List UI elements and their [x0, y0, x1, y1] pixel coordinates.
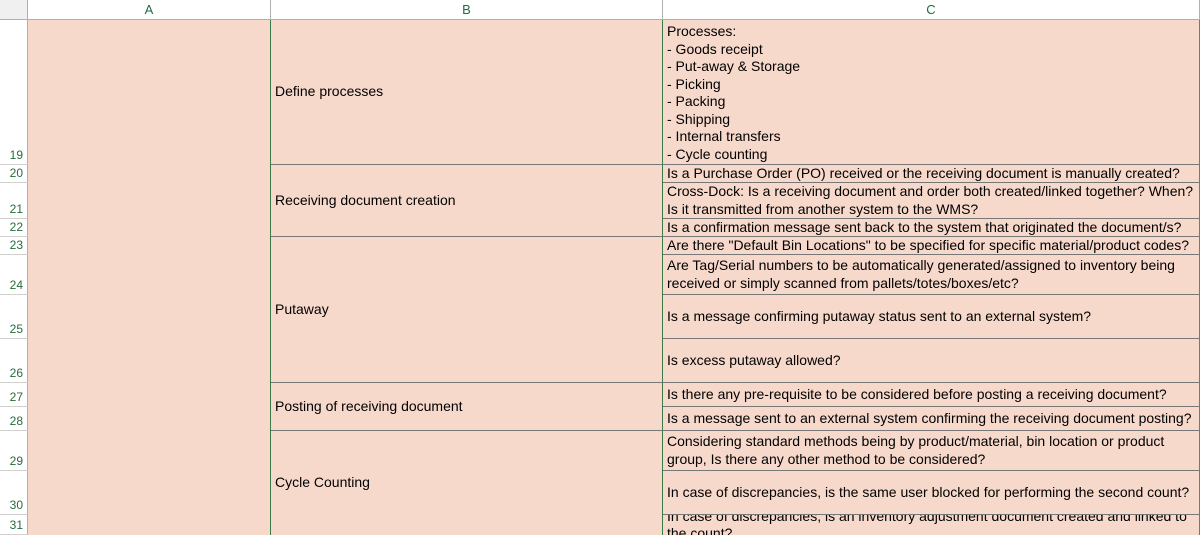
cell-B[interactable]: Define processes	[271, 20, 663, 165]
cell-C-text: Is there any pre-requisite to be conside…	[667, 386, 1167, 404]
cell-C[interactable]: Is a message sent to an external system …	[663, 407, 1200, 431]
cell-C[interactable]: In case of discrepancies, is the same us…	[663, 471, 1200, 515]
cell-C-text: Cross-Dock: Is a receiving document and …	[667, 183, 1195, 218]
cell-B-text: Posting of receiving document	[275, 398, 463, 416]
cell-C[interactable]: Is excess putaway allowed?	[663, 339, 1200, 383]
cell-C-text: Considering standard methods being by pr…	[667, 433, 1195, 468]
row-header[interactable]: 28	[0, 407, 28, 431]
row-header[interactable]: 23	[0, 237, 28, 255]
cell-B[interactable]: Posting of receiving document	[271, 383, 663, 431]
cell-B-text: Receiving document creation	[275, 192, 456, 210]
row-header[interactable]: 30	[0, 471, 28, 515]
cell-B[interactable]: Receiving document creation	[271, 165, 663, 237]
cell-C[interactable]: Is a message confirming putaway status s…	[663, 295, 1200, 339]
cell-C-text: Is a Purchase Order (PO) received or the…	[667, 165, 1180, 183]
col-header-C[interactable]: C	[663, 0, 1200, 20]
row-header[interactable]: 21	[0, 183, 28, 219]
row-header[interactable]: 25	[0, 295, 28, 339]
row-header[interactable]: 22	[0, 219, 28, 237]
cell-C-text: Are Tag/Serial numbers to be automatical…	[667, 257, 1195, 292]
cell-B-text: Define processes	[275, 83, 383, 101]
cell-C-text: Are there "Default Bin Locations" to be …	[667, 237, 1189, 255]
cell-B-text: Putaway	[275, 301, 329, 319]
cell-C[interactable]: Is a confirmation message sent back to t…	[663, 219, 1200, 237]
cell-C-text: Is a message confirming putaway status s…	[667, 308, 1091, 326]
row-header[interactable]: 19	[0, 20, 28, 165]
cell-B-text: Cycle Counting	[275, 474, 370, 492]
cell-C[interactable]: Cross-Dock: Is a receiving document and …	[663, 183, 1200, 219]
row-header[interactable]: 20	[0, 165, 28, 183]
cell-C[interactable]: Is a Purchase Order (PO) received or the…	[663, 165, 1200, 183]
cell-C-text: In case of discrepancies, is the same us…	[667, 484, 1189, 502]
cell-C-text: Is excess putaway allowed?	[667, 352, 841, 370]
col-header-B[interactable]: B	[271, 0, 663, 20]
cell-C[interactable]: Are there "Default Bin Locations" to be …	[663, 237, 1200, 255]
cell-C[interactable]: Is there any pre-requisite to be conside…	[663, 383, 1200, 407]
cell-C[interactable]: Considering standard methods being by pr…	[663, 431, 1200, 471]
col-header-A[interactable]: A	[28, 0, 271, 20]
cell-C-text: In case of discrepancies, is an inventor…	[667, 515, 1195, 535]
row-header[interactable]: 26	[0, 339, 28, 383]
cell-C-text: Is a confirmation message sent back to t…	[667, 219, 1181, 237]
cell-C[interactable]: Processes: - Goods receipt - Put-away & …	[663, 20, 1200, 165]
cell-B[interactable]: Putaway	[271, 237, 663, 383]
cell-C[interactable]: Are Tag/Serial numbers to be automatical…	[663, 255, 1200, 295]
cell-C-text: Processes: - Goods receipt - Put-away & …	[667, 23, 800, 163]
cell-C[interactable]: In case of discrepancies, is an inventor…	[663, 515, 1200, 535]
cell-B[interactable]: Cycle Counting	[271, 431, 663, 535]
spreadsheet-grid[interactable]: A B C 19 Define processes Processes: - Goo…	[0, 0, 1200, 535]
row-header[interactable]: 31	[0, 515, 28, 535]
row-header[interactable]: 24	[0, 255, 28, 295]
cell-A-merged[interactable]	[28, 20, 271, 535]
cell-C-text: Is a message sent to an external system …	[667, 410, 1192, 428]
row-header[interactable]: 27	[0, 383, 28, 407]
row-header[interactable]: 29	[0, 431, 28, 471]
select-all-corner[interactable]	[0, 0, 28, 20]
